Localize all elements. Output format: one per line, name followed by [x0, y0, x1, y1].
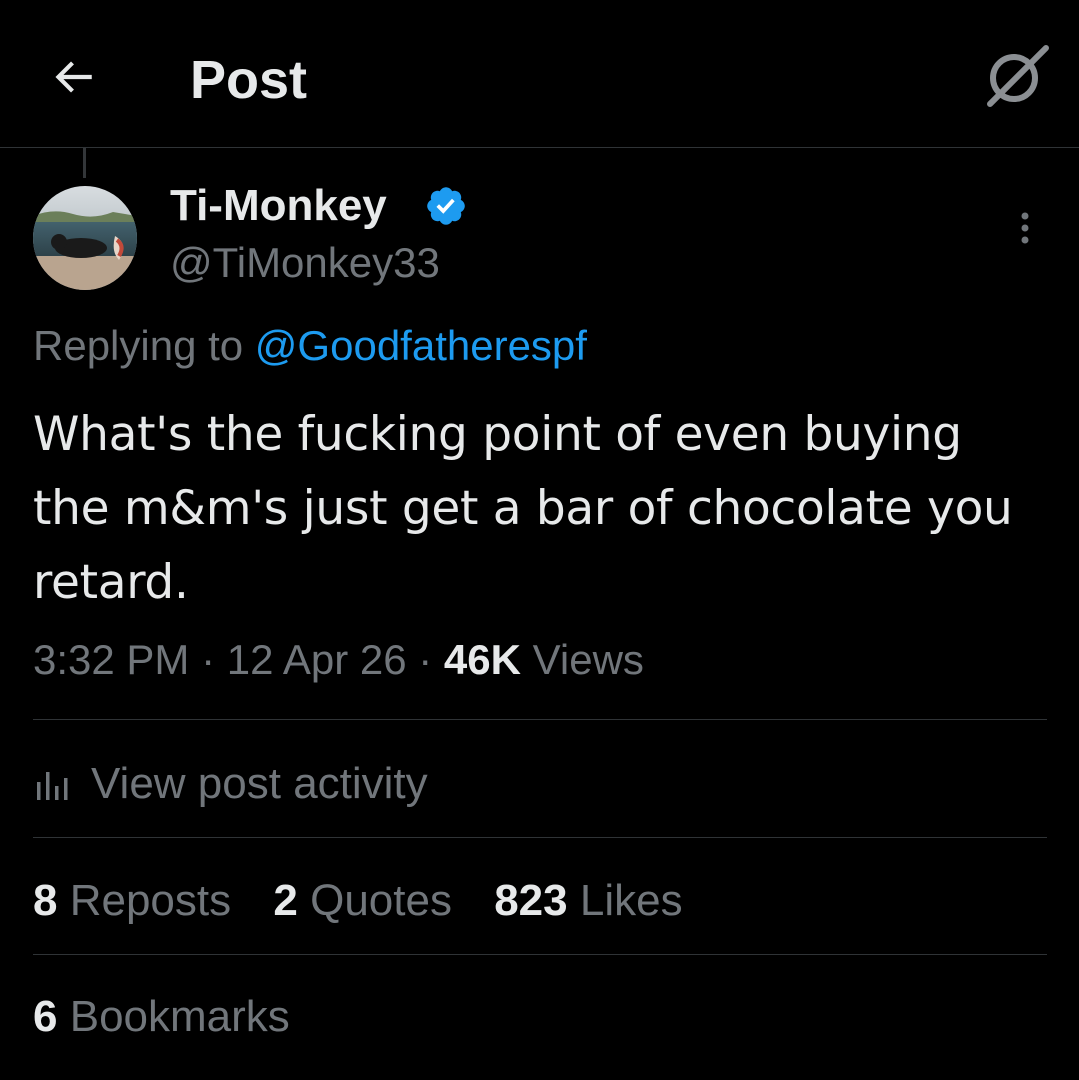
views-count: 46K [443, 636, 521, 683]
view-post-activity-label: View post activity [91, 759, 428, 808]
likes-stat[interactable]: 823 Likes [494, 876, 682, 925]
bookmarks-count: 6 [33, 992, 58, 1041]
divider [33, 954, 1047, 955]
verified-badge-icon[interactable] [424, 184, 468, 228]
replying-to-handle-link[interactable]: @Goodfatherespf [255, 322, 587, 369]
more-options-icon[interactable] [1010, 208, 1040, 248]
grok-icon[interactable] [980, 42, 1052, 108]
avatar[interactable] [33, 186, 137, 290]
analytics-bars-icon [37, 772, 68, 800]
thread-connector-line [83, 148, 86, 178]
reposts-label: Reposts [69, 876, 232, 925]
bookmarks-stat[interactable]: 6 Bookmarks [33, 990, 290, 1044]
likes-count: 823 [494, 876, 568, 925]
divider [33, 719, 1047, 720]
divider [33, 837, 1047, 838]
arrow-left-icon[interactable] [48, 52, 98, 102]
quotes-label: Quotes [310, 876, 452, 925]
quotes-stat[interactable]: 2 Quotes [273, 876, 452, 925]
meta-separator: · [418, 636, 433, 683]
top-bar: Post [0, 0, 1079, 148]
page-title: Post [190, 50, 308, 110]
quotes-count: 2 [273, 876, 298, 925]
view-post-activity-button[interactable]: View post activity [33, 756, 428, 812]
likes-label: Likes [579, 876, 683, 925]
bookmarks-label: Bookmarks [69, 992, 290, 1041]
author-display-name[interactable]: Ti-Monkey [170, 180, 387, 232]
reposts-count: 8 [33, 876, 58, 925]
post-meta: 3:32 PM · 12 Apr 26 · 46K Views [33, 634, 644, 686]
post-time[interactable]: 3:32 PM [33, 636, 189, 683]
views-label: Views [532, 636, 644, 683]
replying-to-label: Replying to [33, 322, 244, 369]
reposts-stat[interactable]: 8 Reposts [33, 876, 231, 925]
post-date[interactable]: 12 Apr 26 [227, 636, 407, 683]
author-handle[interactable]: @TiMonkey33 [170, 238, 440, 288]
replying-to-line: Replying to @Goodfatherespf [33, 320, 587, 372]
avatar-image [33, 186, 137, 290]
meta-separator: · [201, 636, 216, 683]
engagement-stats: 8 Reposts 2 Quotes 823 Likes [33, 874, 713, 928]
post-text: What's the fucking point of even buying … [33, 407, 1013, 610]
